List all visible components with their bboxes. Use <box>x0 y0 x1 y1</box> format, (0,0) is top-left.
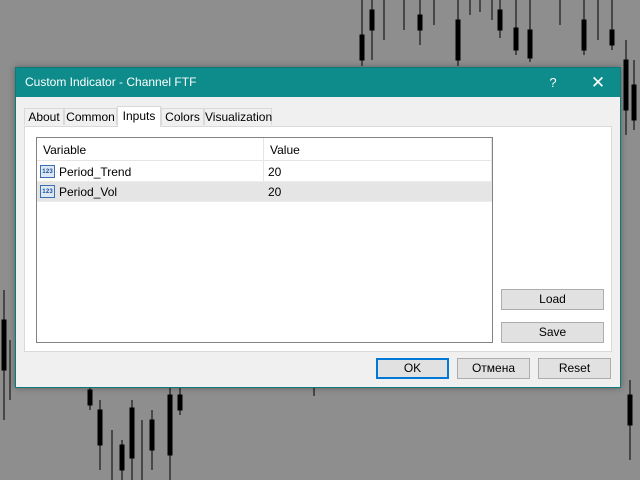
grid-header: Variable Value <box>37 138 492 161</box>
load-button[interactable]: Load <box>501 289 604 310</box>
variable-name: Period_Trend <box>59 165 132 179</box>
table-row[interactable]: 123 Period_Trend 20 <box>37 162 492 182</box>
table-row[interactable]: 123 Period_Vol 20 <box>37 182 492 202</box>
column-header-value[interactable]: Value <box>270 143 300 157</box>
tab-visualization[interactable]: Visualization <box>204 108 272 125</box>
inputs-panel: Variable Value 123 Period_Trend 20 123 P… <box>24 126 612 352</box>
variable-value[interactable]: 20 <box>268 185 281 199</box>
variable-value[interactable]: 20 <box>268 165 281 179</box>
custom-indicator-dialog: Custom Indicator - Channel FTF ? ✕ About… <box>15 67 621 388</box>
tab-common[interactable]: Common <box>64 108 117 125</box>
dialog-titlebar[interactable]: Custom Indicator - Channel FTF ? ✕ <box>16 68 620 97</box>
dialog-title: Custom Indicator - Channel FTF <box>25 75 197 89</box>
column-header-variable[interactable]: Variable <box>43 143 86 157</box>
variable-name: Period_Vol <box>59 185 118 199</box>
inputs-grid: Variable Value 123 Period_Trend 20 123 P… <box>36 137 493 343</box>
tab-inputs[interactable]: Inputs <box>117 106 161 127</box>
integer-type-icon: 123 <box>40 185 55 198</box>
tab-about[interactable]: About <box>24 108 64 125</box>
help-button[interactable]: ? <box>533 68 573 97</box>
tab-colors[interactable]: Colors <box>161 108 204 125</box>
cancel-button[interactable]: Отмена <box>457 358 530 379</box>
integer-type-icon: 123 <box>40 165 55 178</box>
reset-button[interactable]: Reset <box>538 358 611 379</box>
close-button[interactable]: ✕ <box>578 68 618 97</box>
save-button[interactable]: Save <box>501 322 604 343</box>
ok-button[interactable]: OK <box>376 358 449 379</box>
